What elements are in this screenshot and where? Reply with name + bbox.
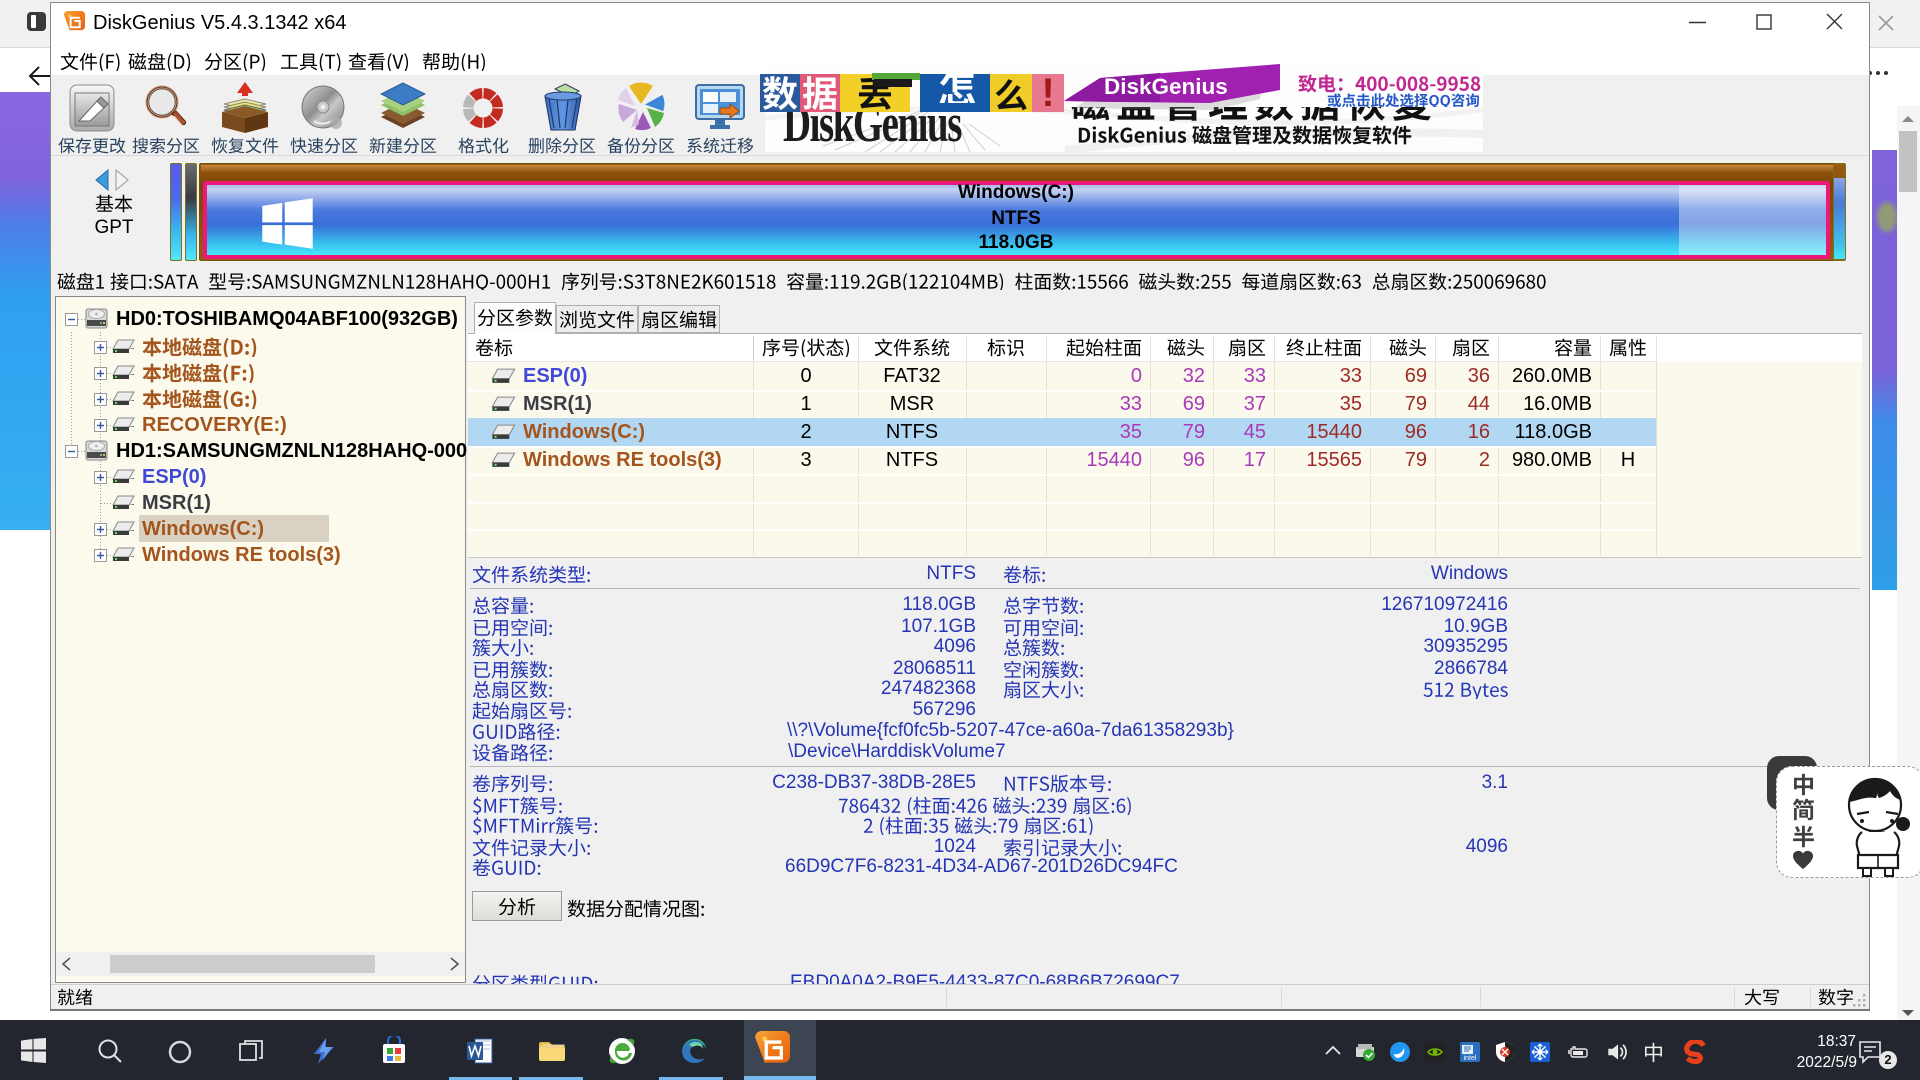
svg-text:intel: intel <box>1464 1055 1477 1062</box>
